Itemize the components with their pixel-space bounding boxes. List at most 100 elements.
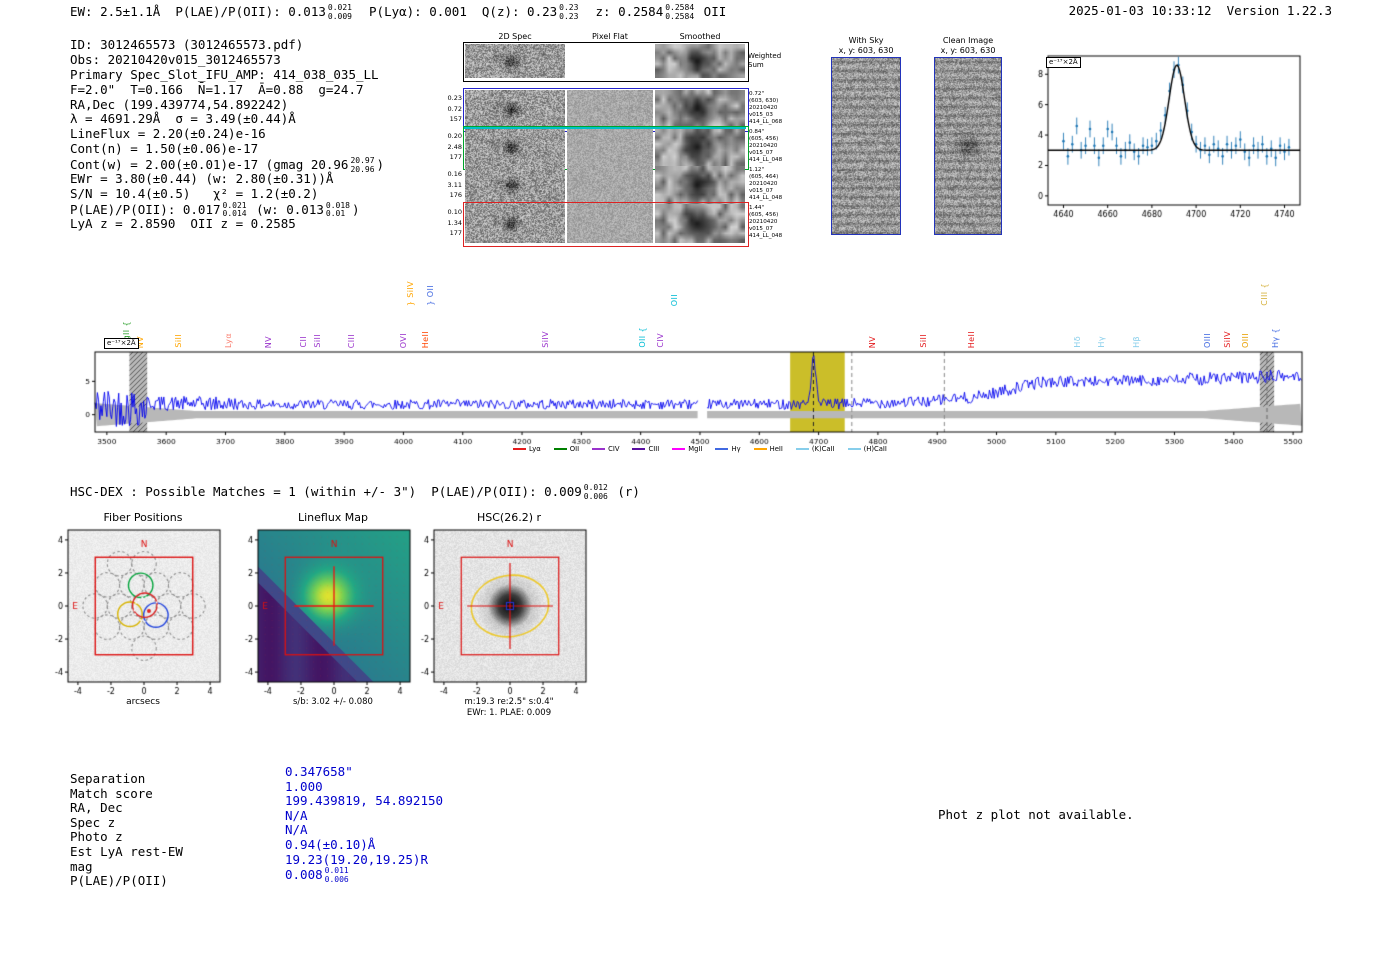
photz-note: Phot z plot not available.	[938, 807, 1134, 822]
emission-line-label: CIII {	[1259, 283, 1269, 306]
legend-item: Lyα	[513, 445, 541, 453]
legend-label: OII	[569, 445, 580, 453]
text-run: HSC-DEX : Possible Matches = 1 (within +…	[70, 484, 582, 500]
match-field-value: 19.23(19.20,19.25)R	[285, 852, 443, 868]
text-run: P(LAE)/P(OII): 0.017	[70, 201, 221, 217]
legend-color-swatch	[753, 448, 767, 450]
match-field-value: 0.347658"	[285, 764, 443, 780]
stacked-uncertainty: 0.012 0.006	[583, 483, 608, 501]
text-run: )	[376, 157, 385, 173]
legend-item: Hγ	[715, 445, 741, 453]
text-run: Cont(w) = 2.00(±0.01)e-17 (gmag 20.96	[70, 157, 349, 173]
match-field-value: N/A	[285, 823, 443, 838]
legend-label: (K)CaII	[811, 445, 835, 453]
match-field-value: 0.94(±0.10)Å	[285, 837, 443, 853]
info-line: P(LAE)/P(OII): 0.017 0.021 0.014 (w: 0.013…	[70, 200, 384, 219]
legend-color-swatch	[847, 448, 861, 450]
legend-label: CIII	[648, 445, 660, 453]
text-run: N/A	[285, 822, 308, 838]
clean-image	[934, 57, 1002, 235]
row-stat-label: 0.23 0.72 157	[447, 94, 462, 123]
timestamp-version: 2025-01-03 10:33:12 Version 1.22.3	[1068, 3, 1332, 18]
match-field-value: 0.008 0.011 0.006	[285, 867, 443, 884]
legend-label: MgII	[688, 445, 703, 453]
row-stat-label: 0.10 1.34 177	[447, 208, 462, 237]
with-sky-title-text: With Sky	[848, 36, 884, 45]
lineflux-map-plot	[238, 524, 428, 698]
text-run: P(Lyα): 0.001 Q(z): 0.23	[353, 4, 558, 20]
elixer-detection-report: { "header": { "left_tokens": [ {"text":"…	[0, 0, 1400, 953]
detection-info-block: ID: 3012465573 (3012465573.pdf) Obs: 2021…	[70, 37, 385, 232]
legend-item: MgII	[672, 445, 702, 453]
match-field-label: Spec z	[70, 814, 116, 830]
text-run: LyA z = 2.8590 OII z = 0.2585	[70, 215, 296, 231]
stacked-uncertainty: 0.021 0.009	[327, 3, 352, 21]
info-line: Cont(n) = 1.50(±0.06)e-17	[70, 141, 384, 157]
weighted-sum-label: Weighted Sum	[748, 52, 781, 69]
hsc-dex-summary: HSC-DEX : Possible Matches = 1 (within +…	[70, 483, 640, 501]
emission-line-label: OII	[670, 293, 680, 306]
info-line: EWr = 3.80(±0.44) (w: 2.80(±0.31))Å	[70, 171, 384, 187]
hsc-caption-1: m:19.3 re:2.5" s:0.4"	[464, 697, 554, 707]
with-sky-title: With Sky x, y: 603, 630	[826, 36, 906, 56]
stacked-uncertainty: 0.018 0.01	[325, 200, 350, 219]
stacked-uncertainty: 20.97 20.96	[350, 156, 375, 174]
text-run: EWr = 3.80(±0.44) (w: 2.80(±0.31))Å	[70, 171, 334, 187]
info-line: λ = 4691.29Å σ = 3.49(±0.44)Å	[70, 112, 384, 127]
info-line: S/N = 10.4(±0.5) χ² = 1.2(±0.2)	[70, 185, 384, 202]
text-run: 0.347658"	[285, 764, 353, 779]
text-run: 0.008	[285, 867, 323, 883]
row-fiber-label: 0.72" (603, 630) 20210420 v015_03 414_LL_068	[749, 91, 783, 125]
row-stat-label: 0.20 2.48 177	[447, 132, 462, 161]
legend-label: (H)CaII	[863, 445, 887, 453]
legend-label: Lyα	[529, 445, 541, 453]
text-run: z: 0.2584	[580, 4, 664, 20]
legend-label: CIV	[608, 445, 620, 453]
weighted-sum-label-line: Sum	[748, 60, 764, 69]
text-run: (w: 0.013	[248, 201, 324, 217]
legend-item: CIV	[592, 445, 619, 453]
match-field-label: Separation	[70, 771, 146, 786]
lineflux-caption: s/b: 3.02 +/- 0.080	[293, 697, 373, 707]
text-run: ID: 3012465573 (3012465573.pdf)	[70, 37, 304, 52]
legend-color-swatch	[513, 448, 527, 450]
legend-item: (H)CaII	[847, 445, 887, 453]
text-run: 1.000	[285, 778, 323, 794]
text-run: 199.439819, 54.892150	[285, 793, 444, 809]
info-line: LineFlux = 2.20(±0.24)e-16	[70, 126, 384, 142]
legend-item: OII	[553, 445, 580, 453]
row-divider-cyan	[464, 127, 746, 129]
match-field-label: P(LAE)/P(OII)	[70, 873, 168, 889]
with-sky-xy: x, y: 603, 630	[838, 46, 894, 55]
smoothed-col-title: Smoothed	[679, 32, 721, 41]
stacked-uncertainty: 0.23 0.23	[559, 3, 579, 21]
fiber-positions-title: Fiber Positions	[103, 511, 183, 524]
spectrum-units-annotation: e⁻¹⁷×2Å	[104, 338, 139, 349]
info-line: F=2.0" T=0.166 N̄=1.17 Ā=0.88 g=24.7	[70, 81, 384, 98]
legend-color-swatch	[553, 448, 567, 450]
text-run: )	[351, 201, 360, 217]
legend-color-swatch	[795, 448, 809, 450]
text-run: F=2.0" T=0.166 N̄=1.17 Ā=0.88 g=24.7	[70, 81, 364, 97]
spec2d-row-border	[463, 164, 747, 206]
match-field-label: Photo z	[70, 829, 123, 845]
legend-label: Hγ	[731, 445, 741, 453]
legend-item: (K)CaII	[795, 445, 835, 453]
clean-image-title: Clean Image x, y: 603, 630	[928, 36, 1008, 56]
legend-color-swatch	[632, 448, 646, 450]
text-run: S/N = 10.4(±0.5) χ² = 1.2(±0.2)	[70, 185, 319, 201]
line-fit-plot	[1030, 48, 1322, 226]
text-run: LineFlux = 2.20(±0.24)e-16	[70, 126, 266, 142]
stacked-uncertainty: 0.011 0.006	[324, 866, 349, 884]
legend-color-swatch	[592, 448, 606, 450]
clean-image-xy: x, y: 603, 630	[940, 46, 996, 55]
fiber-xlabel: arcsecs	[126, 697, 160, 707]
text-run: N/A	[285, 807, 308, 823]
match-field-value: 1.000	[285, 778, 443, 795]
text-run: OII	[696, 4, 727, 20]
info-line: RA,Dec (199.439774,54.892242)	[70, 97, 384, 113]
match-field-label: mag	[70, 858, 93, 874]
info-line: ID: 3012465573 (3012465573.pdf)	[70, 37, 384, 53]
row-stat-label: 0.16 3.11 176	[447, 170, 462, 199]
text-run: Cont(n) = 1.50(±0.06)e-17	[70, 141, 259, 157]
